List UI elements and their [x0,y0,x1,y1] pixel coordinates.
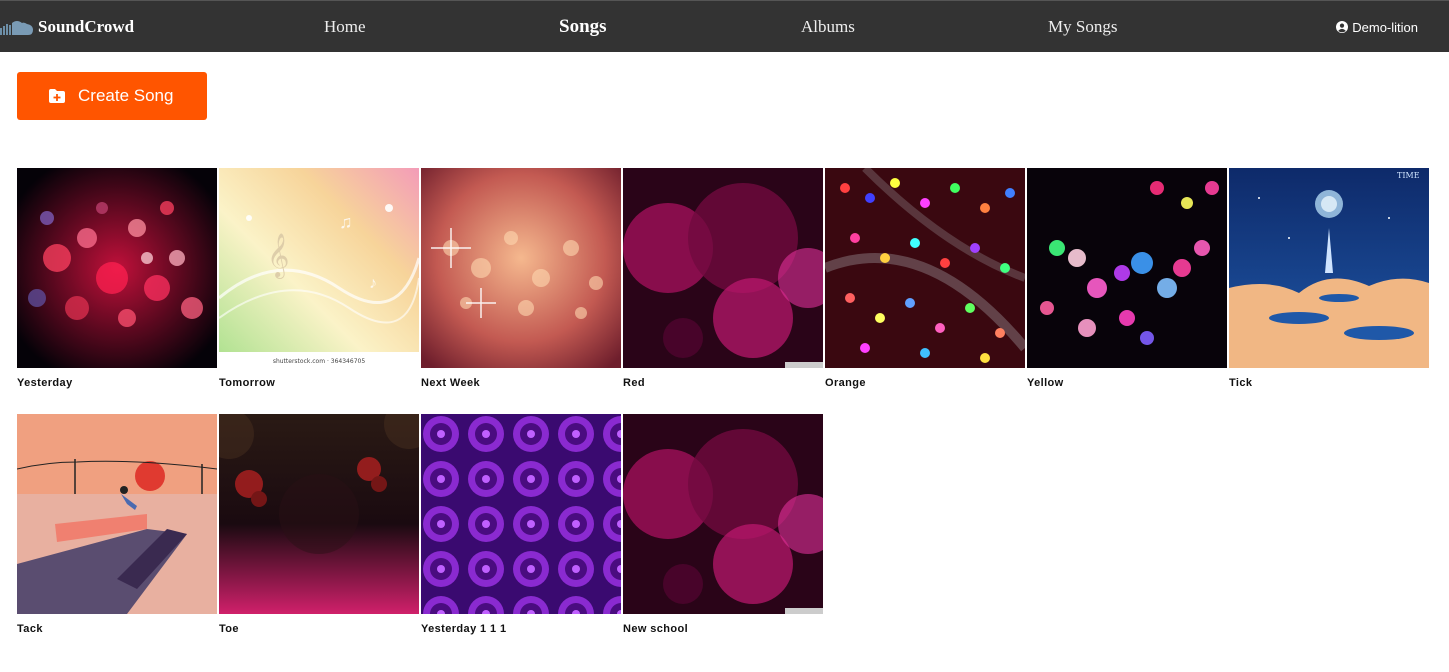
soundcloud-cloud-icon [0,21,33,35]
song-cover-image[interactable]: TIME [1229,168,1429,368]
song-cover-image[interactable] [421,414,621,614]
song-title[interactable]: Yesterday 1 1 1 [421,623,621,635]
top-navbar: SoundCrowd Home Songs Albums My Songs De… [0,0,1449,52]
song-title[interactable]: Red [623,377,823,389]
user-menu[interactable]: Demo-lition [1336,1,1418,53]
song-cover-image[interactable] [623,168,823,368]
svg-text:♪: ♪ [369,275,377,292]
song-card[interactable]: Yellow [1027,168,1227,389]
song-card[interactable]: Yesterday 1 1 1 [421,414,621,635]
song-cover-image[interactable] [825,168,1025,368]
nav-songs[interactable]: Songs [559,1,607,53]
song-card[interactable]: Tack [17,414,217,635]
nav-home[interactable]: Home [324,1,366,53]
song-card[interactable]: Next Week [421,168,621,389]
cover-text: TIME [1397,171,1420,180]
song-cover-image[interactable] [1027,168,1227,368]
nav-albums[interactable]: Albums [801,1,855,53]
song-title[interactable]: Tick [1229,377,1429,389]
brand-name: SoundCrowd [38,17,135,36]
song-cover-image[interactable] [421,168,621,368]
song-cover-image[interactable] [17,414,217,614]
song-cover-image[interactable] [17,168,217,368]
song-card[interactable]: New school [623,414,823,635]
nav-my-songs[interactable]: My Songs [1048,1,1117,53]
song-title[interactable]: Toe [219,623,419,635]
song-title[interactable]: Next Week [421,377,621,389]
song-title[interactable]: Yesterday [17,377,217,389]
brand-logo[interactable]: SoundCrowd [0,1,134,53]
svg-text:♫: ♫ [339,212,353,232]
song-card[interactable]: Red [623,168,823,389]
song-cover-image[interactable] [219,414,419,614]
watermark-text: shutterstock.com · 364346705 [273,358,366,365]
song-title[interactable]: New school [623,623,823,635]
song-cover-image[interactable]: 𝄞 ♫ ♪ shutterstock.com · 364346705 [219,168,419,368]
folder-plus-icon [49,89,65,103]
create-song-label: Create Song [78,86,174,105]
song-card[interactable]: 𝄞 ♫ ♪ shutterstock.com · 364346705 Tomor… [219,168,419,389]
song-title[interactable]: Tomorrow [219,377,419,389]
create-song-button[interactable]: Create Song [17,72,207,120]
song-title[interactable]: Orange [825,377,1025,389]
song-card[interactable]: Orange [825,168,1025,389]
song-cover-image[interactable] [623,414,823,614]
user-name: Demo-lition [1352,19,1418,35]
song-title[interactable]: Tack [17,623,217,635]
svg-text:𝄞: 𝄞 [267,233,289,279]
song-card[interactable]: Yesterday [17,168,217,389]
user-circle-icon [1336,21,1349,33]
song-card[interactable]: Toe [219,414,419,635]
song-title[interactable]: Yellow [1027,377,1227,389]
song-card[interactable]: TIME Tick [1229,168,1429,389]
